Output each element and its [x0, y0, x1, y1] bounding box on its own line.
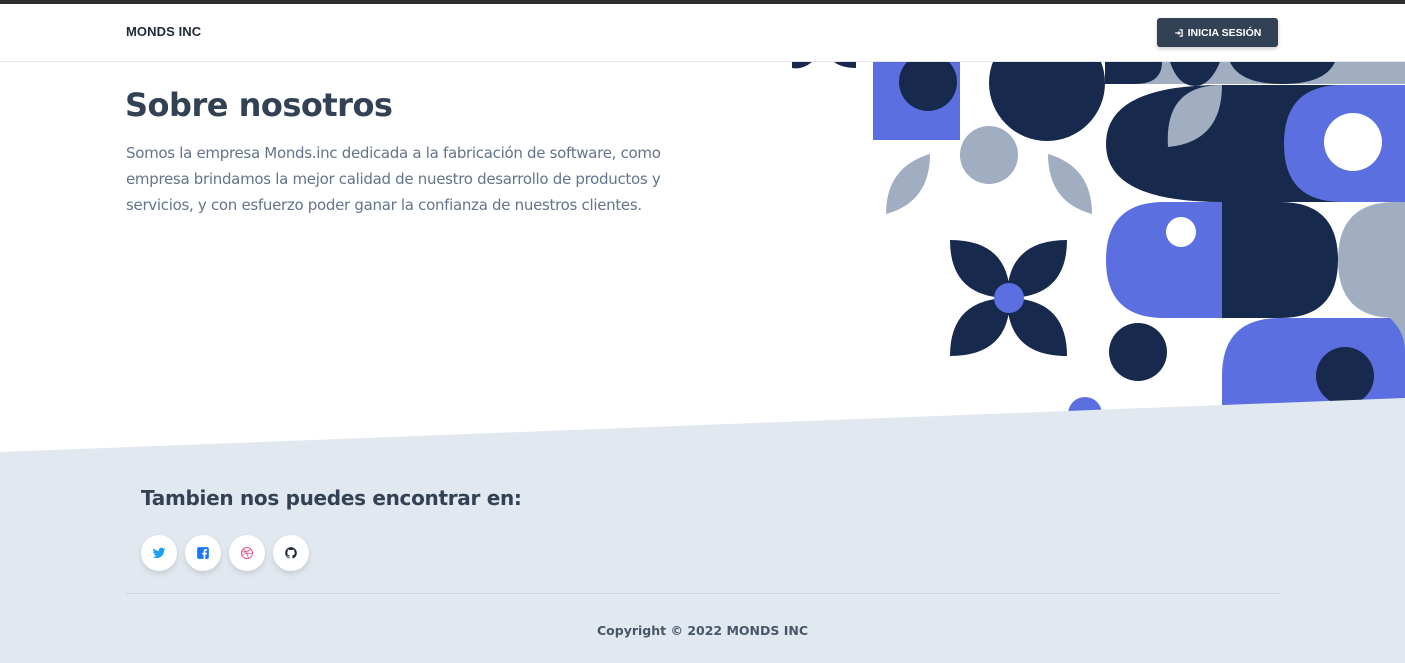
twitter-button[interactable]	[141, 535, 177, 571]
login-label: INICIA SESIÓN	[1187, 26, 1262, 39]
geometric-illustration	[790, 62, 1405, 422]
copyright-text: Copyright © 2022 MONDS INC	[596, 623, 809, 638]
twitter-icon	[152, 547, 166, 559]
find-us-title: Tambien nos puedes encontrar en:	[141, 486, 522, 510]
brand-logo[interactable]: MONDS INC	[126, 24, 201, 39]
page-title: Sobre nosotros	[125, 86, 393, 124]
facebook-icon	[197, 547, 209, 559]
facebook-button[interactable]	[185, 535, 221, 571]
sign-in-icon	[1174, 28, 1183, 37]
github-icon	[285, 547, 297, 559]
social-links	[141, 535, 309, 571]
navbar: MONDS INC INICIA SESIÓN	[0, 4, 1405, 62]
footer-divider	[126, 593, 1281, 594]
dribbble-button[interactable]	[229, 535, 265, 571]
login-button[interactable]: INICIA SESIÓN	[1157, 18, 1278, 47]
dribbble-icon	[240, 546, 254, 560]
github-button[interactable]	[273, 535, 309, 571]
about-description: Somos la empresa Monds.inc dedicada a la…	[126, 144, 661, 214]
footer: Tambien nos puedes encontrar en: Copyrig…	[0, 440, 1405, 663]
